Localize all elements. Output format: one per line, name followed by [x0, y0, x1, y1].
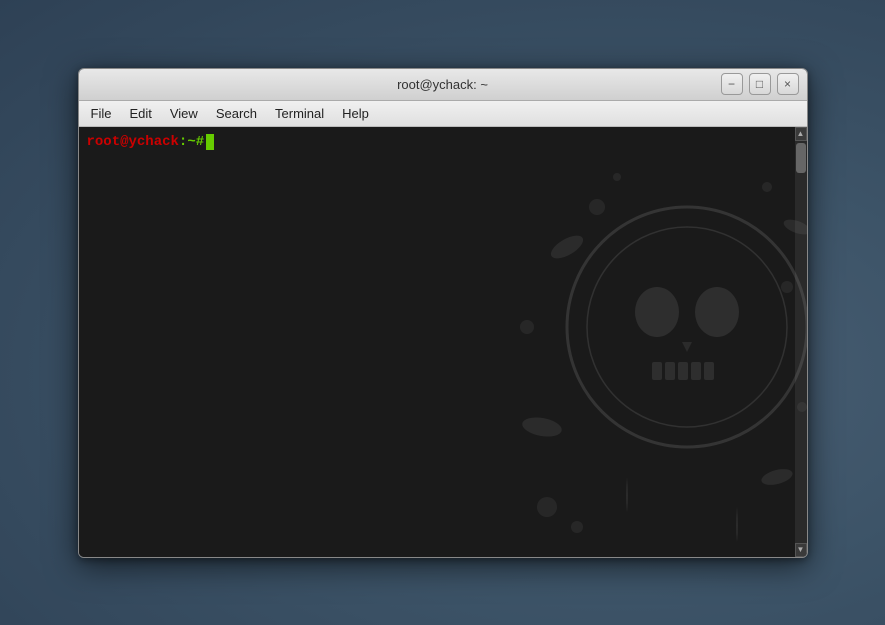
menu-help[interactable]: Help: [334, 104, 377, 123]
close-icon: ×: [784, 77, 791, 91]
minimize-icon: −: [728, 77, 735, 91]
menu-file[interactable]: File: [83, 104, 120, 123]
minimize-button[interactable]: −: [721, 73, 743, 95]
terminal-cursor: [206, 134, 214, 150]
menu-view[interactable]: View: [162, 104, 206, 123]
terminal-scrollbar[interactable]: ▲ ▼: [795, 127, 807, 557]
maximize-button[interactable]: □: [749, 73, 771, 95]
menu-edit[interactable]: Edit: [121, 104, 159, 123]
window-controls: − □ ×: [721, 73, 799, 95]
prompt-username: root@ychack: [87, 133, 179, 153]
maximize-icon: □: [756, 77, 763, 91]
scroll-up-button[interactable]: ▲: [795, 127, 807, 141]
scrollbar-track[interactable]: [795, 141, 807, 543]
title-bar: root@ychack: ~ − □ ×: [79, 69, 807, 101]
prompt-symbol: #: [196, 133, 204, 153]
scroll-down-button[interactable]: ▼: [795, 543, 807, 557]
menu-search[interactable]: Search: [208, 104, 265, 123]
scrollbar-thumb[interactable]: [796, 143, 806, 173]
prompt-line: root@ychack :~ #: [87, 133, 787, 153]
menu-bar: File Edit View Search Terminal Help: [79, 101, 807, 127]
window-title: root@ychack: ~: [397, 77, 488, 92]
close-button[interactable]: ×: [777, 73, 799, 95]
terminal-area[interactable]: root@ychack :~ # ▲ ▼: [79, 127, 807, 557]
terminal-output[interactable]: root@ychack :~ #: [79, 127, 795, 557]
menu-terminal[interactable]: Terminal: [267, 104, 332, 123]
prompt-colon-path: :~: [179, 133, 196, 153]
terminal-window: root@ychack: ~ − □ × File Edit View Sear…: [78, 68, 808, 558]
